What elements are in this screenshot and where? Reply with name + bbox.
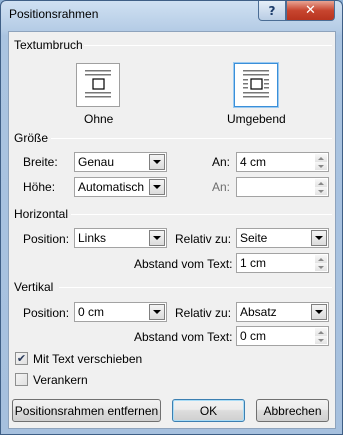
ok-label: OK	[199, 403, 218, 418]
height-at-spinner[interactable]	[236, 177, 329, 197]
h-relative-value: Seite	[240, 231, 268, 245]
move-with-text-label[interactable]: Mit Text verschieben	[33, 352, 142, 366]
chevron-down-icon[interactable]	[149, 304, 165, 320]
wrap-none-icon	[85, 70, 111, 98]
height-value: Automatisch	[78, 180, 145, 194]
height-combobox[interactable]: Automatisch	[74, 177, 167, 197]
close-icon: ✕	[305, 3, 316, 18]
wrap-around-option[interactable]	[234, 63, 278, 107]
chevron-down-icon[interactable]	[311, 304, 327, 320]
chevron-down-icon[interactable]	[149, 179, 165, 195]
divider	[84, 45, 332, 46]
h-position-label: Position:	[23, 232, 70, 246]
divider	[51, 138, 332, 139]
v-relative-value: Absatz	[240, 305, 277, 319]
h-relative-combobox[interactable]: Seite	[236, 228, 329, 248]
width-value: Genau	[78, 155, 115, 169]
h-relative-label: Relativ zu:	[175, 232, 232, 246]
h-position-value: Links	[78, 231, 107, 245]
width-at-value: 4 cm	[240, 155, 267, 169]
spin-up-icon[interactable]	[315, 179, 327, 187]
width-at-label: An:	[212, 155, 231, 169]
help-button[interactable]: ?	[258, 1, 286, 21]
textwrap-section-title: Textumbruch	[14, 38, 83, 52]
size-section-title: Größe	[14, 131, 49, 145]
spin-up-icon[interactable]	[315, 328, 327, 336]
close-button[interactable]: ✕	[286, 1, 335, 21]
spin-up-icon[interactable]	[315, 255, 327, 263]
help-icon: ?	[268, 3, 276, 18]
spin-up-icon[interactable]	[315, 154, 327, 162]
v-position-label: Position:	[23, 306, 70, 320]
height-at-label: An:	[212, 180, 231, 194]
chevron-down-icon[interactable]	[311, 230, 327, 246]
width-at-spinner[interactable]: 4 cm	[236, 152, 329, 172]
width-label: Breite:	[23, 155, 58, 169]
move-with-text-checkbox[interactable]: ✔	[15, 352, 28, 365]
wrap-none-option[interactable]	[76, 63, 120, 107]
h-distance-value: 1 cm	[240, 256, 267, 270]
ok-button[interactable]: OK	[172, 399, 245, 422]
window-title: Positionsrahmen	[9, 7, 99, 21]
horizontal-section-title: Horizontal	[14, 207, 69, 221]
wrap-around-label: Umgebend	[227, 112, 286, 126]
wrap-around-icon	[243, 70, 269, 98]
v-distance-label: Abstand vom Text:	[134, 330, 233, 344]
title-bar[interactable]: Positionsrahmen ? ✕	[1, 1, 342, 31]
spin-down-icon[interactable]	[315, 263, 327, 271]
cancel-label: Abbrechen	[263, 403, 322, 418]
divider	[59, 287, 332, 288]
lock-anchor-label[interactable]: Verankern	[33, 373, 88, 387]
v-position-combobox[interactable]: 0 cm	[74, 302, 167, 322]
chevron-down-icon[interactable]	[149, 230, 165, 246]
width-combobox[interactable]: Genau	[74, 152, 167, 172]
v-relative-label: Relativ zu:	[175, 306, 232, 320]
spin-down-icon[interactable]	[315, 187, 327, 195]
remove-frame-label: Positionsrahmen entfernen	[14, 403, 159, 418]
v-distance-value: 0 cm	[240, 329, 267, 343]
v-relative-combobox[interactable]: Absatz	[236, 302, 329, 322]
chevron-down-icon[interactable]	[149, 154, 165, 170]
vertical-section-title: Vertikal	[14, 280, 54, 294]
h-distance-spinner[interactable]: 1 cm	[236, 253, 329, 273]
wrap-none-label: Ohne	[84, 112, 114, 126]
dialog-window: Positionsrahmen ? ✕ Textumbruch Ohne Umg…	[0, 0, 343, 435]
spin-down-icon[interactable]	[315, 162, 327, 170]
dialog-body: Textumbruch Ohne Umgebend Größe Breite: …	[8, 31, 336, 429]
checkmark-icon: ✔	[16, 352, 27, 365]
divider	[71, 214, 332, 215]
remove-frame-button[interactable]: Positionsrahmen entfernen	[12, 399, 161, 422]
height-label: Höhe:	[23, 180, 56, 194]
v-position-value: 0 cm	[78, 305, 105, 319]
spin-down-icon[interactable]	[315, 336, 327, 344]
h-distance-label: Abstand vom Text:	[134, 257, 233, 271]
h-position-combobox[interactable]: Links	[74, 228, 167, 248]
lock-anchor-checkbox[interactable]	[15, 373, 28, 386]
v-distance-spinner[interactable]: 0 cm	[236, 326, 329, 346]
cancel-button[interactable]: Abbrechen	[256, 399, 329, 422]
